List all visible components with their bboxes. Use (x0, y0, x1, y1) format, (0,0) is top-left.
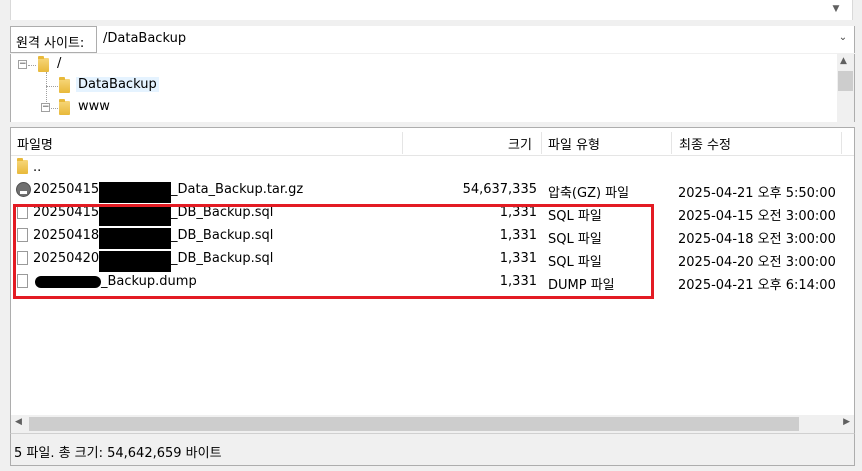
sort-ascending-icon: ^ (202, 127, 211, 135)
scroll-up-icon[interactable]: ▲ (840, 56, 847, 66)
file-name-suffix: _Data_Backup.tar.gz (171, 182, 304, 197)
file-modified: 2025-04-21 오후 6:14:00 (678, 278, 836, 293)
file-modified: 2025-04-18 오전 3:00:00 (678, 232, 836, 247)
remote-site-label: 원격 사이트: (16, 36, 85, 51)
collapse-icon[interactable]: − (18, 60, 27, 69)
file-name-prefix: 20250415 (33, 182, 100, 197)
column-divider[interactable] (841, 132, 842, 154)
top-panel-area: ▼ (10, 0, 853, 20)
file-type: 압축(GZ) 파일 (548, 186, 630, 201)
tree-item-databackup[interactable]: DataBackup (11, 75, 831, 97)
tree-item-label[interactable]: www (76, 99, 112, 114)
folder-icon (59, 77, 70, 93)
scroll-right-icon[interactable]: ▶ (843, 417, 850, 427)
top-panel-strip: ▼ (0, 0, 862, 20)
archive-icon (16, 182, 31, 197)
file-list-horizontal-scrollbar[interactable]: ◀ ▶ (10, 415, 855, 433)
tree-connector (28, 65, 36, 66)
file-row[interactable]: 20250415 _Data_Backup.tar.gz 54,637,335 … (11, 178, 854, 203)
status-text: 5 파일. 총 크기: 54,642,659 바이트 (14, 446, 222, 461)
tree-connector (46, 86, 58, 87)
collapse-icon[interactable]: − (41, 103, 50, 112)
file-modified: 2025-04-20 오전 3:00:00 (678, 255, 836, 270)
column-header-size[interactable]: 크기 (508, 134, 532, 153)
column-divider[interactable] (541, 132, 542, 154)
tree-vertical-scrollbar[interactable]: ▲ (837, 54, 854, 122)
remote-path-value[interactable]: /DataBackup (103, 31, 186, 46)
remote-file-list: ^ 파일명 크기 파일 유형 최종 수정 .. 20250415 _Data_B… (10, 127, 855, 435)
tree-item-root[interactable]: − / (11, 54, 831, 76)
column-divider[interactable] (402, 132, 403, 154)
column-divider[interactable] (671, 132, 672, 154)
scroll-left-icon[interactable]: ◀ (15, 417, 22, 427)
scrollbar-thumb[interactable] (838, 71, 853, 91)
column-header-modified[interactable]: 최종 수정 (679, 134, 731, 153)
file-size: 54,637,335 (462, 182, 537, 197)
scroll-down-icon[interactable]: ▼ (830, 3, 842, 15)
remote-site-bar: 원격 사이트: /DataBackup ⌄ (10, 26, 855, 53)
file-modified: 2025-04-21 오후 5:50:00 (678, 186, 836, 201)
chevron-down-icon[interactable]: ⌄ (836, 31, 850, 45)
status-bar: 5 파일. 총 크기: 54,642,659 바이트 (10, 433, 855, 466)
directory-tree: − / DataBackup − www ▲ (10, 54, 855, 122)
tree-item-www[interactable]: − www (11, 97, 831, 119)
tree-item-label[interactable]: / (55, 56, 63, 71)
folder-icon (38, 56, 49, 72)
file-row-parent[interactable]: .. (11, 156, 854, 179)
file-modified: 2025-04-15 오전 3:00:00 (678, 209, 836, 224)
remote-path-combobox[interactable]: /DataBackup ⌄ (96, 26, 854, 53)
tree-connector (51, 108, 58, 109)
file-name: .. (33, 160, 42, 175)
highlight-annotation-box (13, 204, 654, 299)
column-header-name[interactable]: 파일명 (17, 134, 53, 153)
folder-icon (17, 158, 28, 174)
column-header-type[interactable]: 파일 유형 (548, 134, 600, 153)
folder-icon (59, 99, 70, 115)
tree-item-label[interactable]: DataBackup (76, 77, 159, 92)
scrollbar-thumb[interactable] (29, 417, 799, 431)
redaction-mark (99, 182, 171, 203)
file-list-header: ^ 파일명 크기 파일 유형 최종 수정 (11, 128, 854, 156)
